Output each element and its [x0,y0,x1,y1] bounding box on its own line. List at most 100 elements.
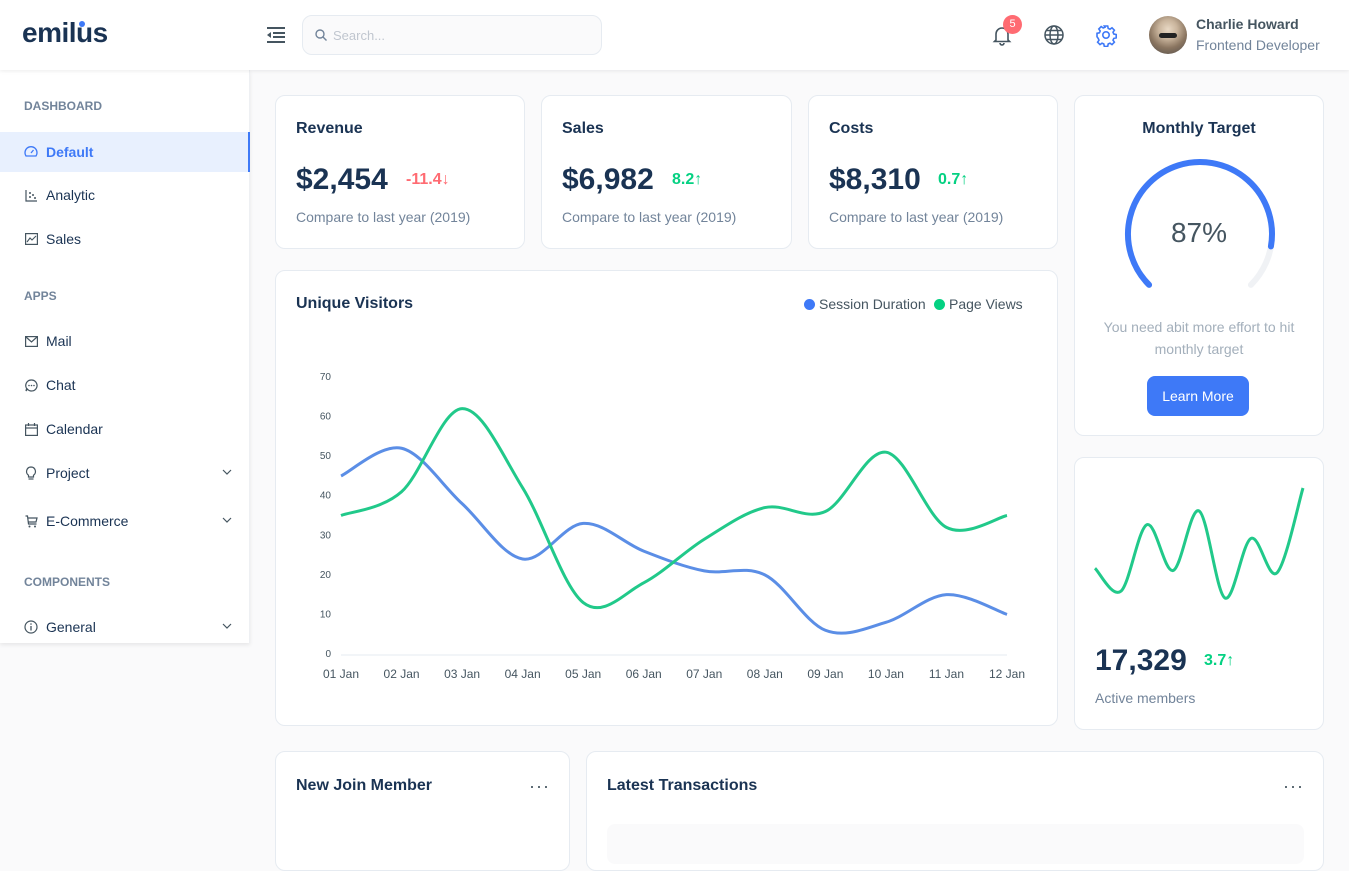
monthly-target-card: Monthly Target 87% You need abit more ef… [1074,95,1324,436]
y-tick-label: 10 [320,609,332,620]
chevron-down-icon [222,517,232,523]
globe-icon[interactable] [1042,23,1066,47]
arrow-up-icon: ↑ [960,171,969,188]
active-members-value: 17,329 [1095,644,1187,677]
x-tick-label: 10 Jan [868,667,904,681]
sidebar-item-label: E-Commerce [46,513,129,529]
sidebar-item-label: Project [46,465,90,481]
unique-visitors-card: Unique Visitors Session Duration Page Vi… [275,270,1058,726]
kpi-change: -11.4↓ [406,171,450,188]
kpi-card-revenue: Revenue $2,454 -11.4↓ Compare to last ye… [275,95,525,249]
x-tick-label: 06 Jan [626,667,662,681]
mail-icon [24,334,38,348]
y-tick-label: 40 [320,491,332,502]
sidebar-item-label: Sales [46,231,82,247]
section-apps: APPS [24,289,57,303]
settings-gear-icon[interactable] [1094,23,1118,47]
sidebar-item-label: Default [46,144,94,160]
kpi-change: 8.2↑ [672,171,703,188]
kpi-change: 0.7↑ [938,171,969,188]
active-members-card: 17,329 3.7↑ Active members [1074,457,1324,730]
x-tick-label: 02 Jan [384,667,420,681]
series-line-session-duration [340,446,1008,635]
x-tick-label: 05 Jan [565,667,601,681]
more-options-icon[interactable]: ··· [529,776,550,797]
arrow-up-icon: ↑ [694,171,703,188]
info-circle-icon [24,620,38,634]
top-header: emilus 5 Charlie Howard Frontend Develop… [0,0,1349,70]
arrow-down-icon: ↓ [441,171,450,188]
message-icon [24,378,38,392]
dot-chart-icon [24,188,38,202]
kpi-title: Sales [562,120,604,137]
sidebar: DASHBOARD Default Analytic Sales APPS Ma… [0,70,250,643]
y-tick-label: 70 [320,372,332,383]
arrow-up-icon: ↑ [1226,652,1235,669]
sidebar-item-general[interactable]: General [0,607,250,647]
learn-more-button[interactable]: Learn More [1147,376,1249,416]
x-tick-label: 12 Jan [989,667,1025,681]
y-tick-label: 50 [320,451,332,462]
card-title: Latest Transactions [607,777,758,794]
bulb-icon [24,466,38,480]
target-message: You need abit more effort to hit monthly… [1103,319,1295,357]
x-tick-label: 04 Jan [505,667,541,681]
shopping-cart-icon [24,514,38,528]
kpi-title: Revenue [296,120,363,137]
user-avatar[interactable] [1149,16,1187,54]
avatar-photo [1159,33,1177,38]
sidebar-item-label: Chat [46,377,76,393]
active-members-change: 3.7↑ [1204,652,1235,669]
sidebar-item-calendar[interactable]: Calendar [0,409,250,449]
chevron-down-icon [222,623,232,629]
chevron-down-icon [222,469,232,475]
sidebar-item-project[interactable]: Project [0,453,250,493]
dashboard-icon [24,145,38,159]
y-tick-label: 0 [325,649,331,660]
sidebar-item-analytic[interactable]: Analytic [0,175,250,215]
kpi-card-sales: Sales $6,982 8.2↑ Compare to last year (… [541,95,792,249]
new-join-member-card: New Join Member ··· [275,751,570,871]
monthly-target-title: Monthly Target [1142,120,1256,137]
search-icon [315,29,327,41]
app-logo[interactable]: emilus [22,17,108,49]
sidebar-item-chat[interactable]: Chat [0,365,250,405]
calendar-icon [24,422,38,436]
x-tick-label: 07 Jan [686,667,722,681]
kpi-value: $6,982 [562,163,654,196]
sidebar-item-sales[interactable]: Sales [0,219,250,259]
x-tick-label: 09 Jan [807,667,843,681]
sidebar-item-mail[interactable]: Mail [0,321,250,361]
search-box[interactable] [302,15,602,55]
latest-transactions-card: Latest Transactions ··· [586,751,1324,871]
section-dashboard: DASHBOARD [24,99,102,113]
kpi-title: Costs [829,120,874,137]
section-components: COMPONENTS [24,575,111,589]
notification-badge: 5 [1003,15,1022,34]
user-role: Frontend Developer [1196,37,1320,53]
kpi-subtitle: Compare to last year (2019) [562,209,737,225]
series-line-page-views [340,407,1008,610]
kpi-card-costs: Costs $8,310 0.7↑ Compare to last year (… [808,95,1058,249]
sidebar-item-ecommerce[interactable]: E-Commerce [0,501,250,541]
sidebar-item-label: Calendar [46,421,103,437]
user-name[interactable]: Charlie Howard [1196,16,1299,32]
x-tick-label: 03 Jan [444,667,480,681]
kpi-value: $8,310 [829,163,921,196]
x-tick-label: 08 Jan [747,667,783,681]
sidebar-item-default[interactable]: Default [0,132,250,172]
card-title: New Join Member [296,777,433,794]
line-chart-icon [24,232,38,246]
x-tick-label: 01 Jan [323,667,359,681]
line-chart: 0 10 20 30 40 50 60 70 01 Jan 02 Jan 03 Jan 04 Jan 0… [320,372,1025,681]
kpi-subtitle: Compare to last year (2019) [829,209,1004,225]
y-tick-label: 30 [320,530,332,541]
active-members-sparkline [1093,487,1305,600]
more-options-icon[interactable]: ··· [1283,776,1304,797]
menu-fold-icon[interactable] [265,25,287,45]
kpi-value: $2,454 [296,163,388,196]
logo-dot [79,21,85,27]
active-members-label: Active members [1095,690,1196,706]
search-input[interactable] [333,27,583,43]
y-tick-label: 20 [320,570,332,581]
